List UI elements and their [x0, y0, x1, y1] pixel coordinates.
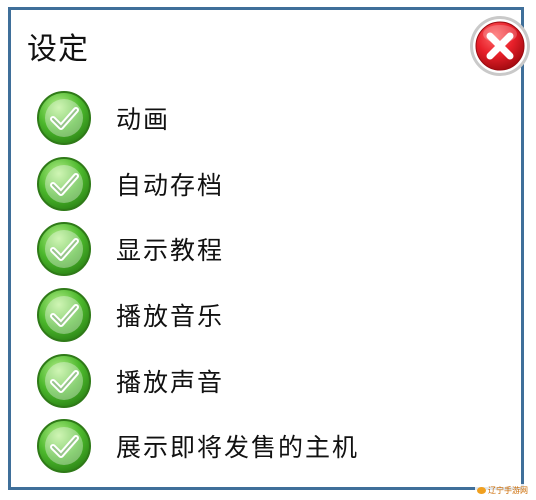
settings-dialog: 设定 动画 自动存档 显示教程 播放音乐 播放声音 展示即将发售的主机 [8, 7, 530, 490]
checkmark-icon[interactable] [36, 418, 92, 474]
close-x-icon [470, 16, 530, 76]
option-label: 播放声音 [116, 368, 225, 397]
option-play-sound[interactable]: 播放声音 [36, 352, 224, 410]
checkmark-icon[interactable] [36, 353, 92, 409]
checkmark-icon[interactable] [36, 221, 92, 277]
option-label: 动画 [116, 105, 171, 134]
option-label: 播放音乐 [116, 302, 225, 331]
option-animation[interactable]: 动画 [36, 89, 170, 147]
watermark-text: 辽宁手游网 [488, 486, 528, 495]
checkmark-icon[interactable] [36, 90, 92, 146]
checkmark-icon[interactable] [36, 287, 92, 343]
close-button[interactable] [468, 14, 532, 78]
option-label: 自动存档 [116, 171, 225, 200]
option-label: 显示教程 [116, 236, 225, 265]
option-autosave[interactable]: 自动存档 [36, 155, 224, 213]
watermark-logo-icon [477, 487, 486, 494]
checkmark-icon[interactable] [36, 156, 92, 212]
watermark: 辽宁手游网 [475, 484, 530, 497]
option-show-upcoming-consoles[interactable]: 展示即将发售的主机 [36, 417, 359, 475]
option-play-music[interactable]: 播放音乐 [36, 286, 224, 344]
dialog-title: 设定 [27, 32, 89, 67]
option-show-tutorial[interactable]: 显示教程 [36, 220, 224, 278]
option-label: 展示即将发售的主机 [116, 433, 360, 462]
